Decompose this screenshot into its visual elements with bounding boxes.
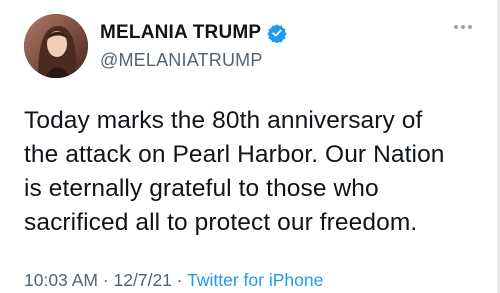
tweet-line: the attack on Pearl Harbor. Our Nation xyxy=(24,141,445,168)
more-options-icon[interactable] xyxy=(454,22,474,32)
handle[interactable]: @MELANIATRUMP xyxy=(100,50,263,71)
tweet-line: Today marks the 80th anniversary of xyxy=(24,107,423,134)
meta-separator: · xyxy=(171,270,188,290)
author-name-row[interactable]: MELANIA TRUMP xyxy=(100,22,287,44)
avatar[interactable] xyxy=(24,14,88,78)
more-dot xyxy=(468,25,472,29)
tweet-date[interactable]: 12/7/21 xyxy=(114,270,172,290)
tweet-source-link[interactable]: Twitter for iPhone xyxy=(187,270,323,290)
display-name[interactable]: MELANIA TRUMP xyxy=(100,22,261,44)
tweet-time[interactable]: 10:03 AM xyxy=(24,270,98,290)
tweet-metadata: 10:03 AM · 12/7/21 · Twitter for iPhone xyxy=(24,270,323,291)
avatar-image xyxy=(24,14,88,78)
meta-separator: · xyxy=(97,270,114,290)
tweet-line: is eternally grateful to those who xyxy=(24,175,379,202)
verified-badge-icon xyxy=(267,24,287,43)
more-dot xyxy=(454,25,458,29)
tweet-card: MELANIA TRUMP @MELANIATRUMP Today marks … xyxy=(0,0,500,293)
tweet-line: sacrificed all to protect our freedom. xyxy=(24,209,418,236)
more-dot xyxy=(461,25,465,29)
tweet-text: Today marks the 80th anniversary of the … xyxy=(24,104,484,240)
